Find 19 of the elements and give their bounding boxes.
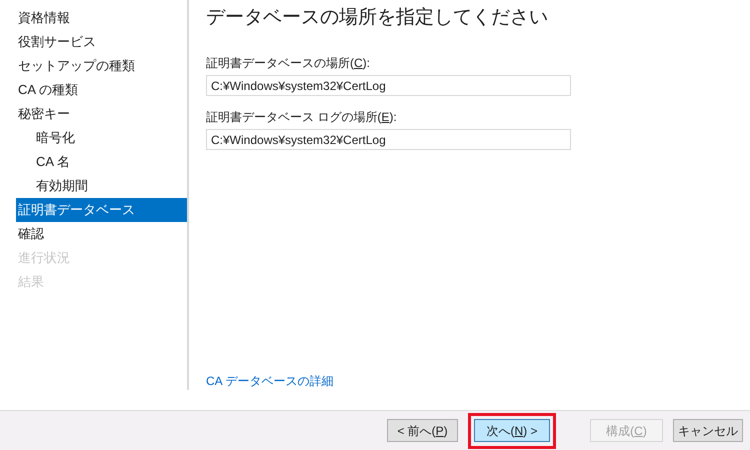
sidebar-item[interactable]: 証明書データベース <box>16 198 187 222</box>
field-label: 証明書データベース ログの場所(E): <box>206 109 398 126</box>
field-label: 証明書データベースの場所(C): <box>206 55 372 72</box>
sidebar-item[interactable]: 秘密キー <box>16 102 187 126</box>
sidebar-item[interactable]: 役割サービス <box>16 30 187 54</box>
sidebar-item[interactable]: 暗号化 <box>16 126 187 150</box>
sidebar-item[interactable]: 資格情報 <box>16 6 187 30</box>
sidebar-item[interactable]: CA の種類 <box>16 78 187 102</box>
sidebar-item[interactable]: CA 名 <box>16 150 187 174</box>
input-field[interactable]: C:¥Windows¥system32¥CertLog <box>206 129 571 150</box>
page-title: データベースの場所を指定してください <box>206 6 549 30</box>
wizard-button[interactable]: < 前へ(P) <box>387 419 458 442</box>
sidebar-item[interactable]: 確認 <box>16 222 187 246</box>
wizard-button[interactable]: キャンセル <box>673 419 743 442</box>
input-field[interactable]: C:¥Windows¥system32¥CertLog <box>206 75 571 96</box>
wizard-button[interactable]: 次へ(N) > <box>474 419 550 442</box>
sidebar-item[interactable]: セットアップの種類 <box>16 54 187 78</box>
details-link[interactable]: CA データベースの詳細 <box>206 372 334 390</box>
sidebar-item[interactable]: 有効期間 <box>16 174 187 198</box>
